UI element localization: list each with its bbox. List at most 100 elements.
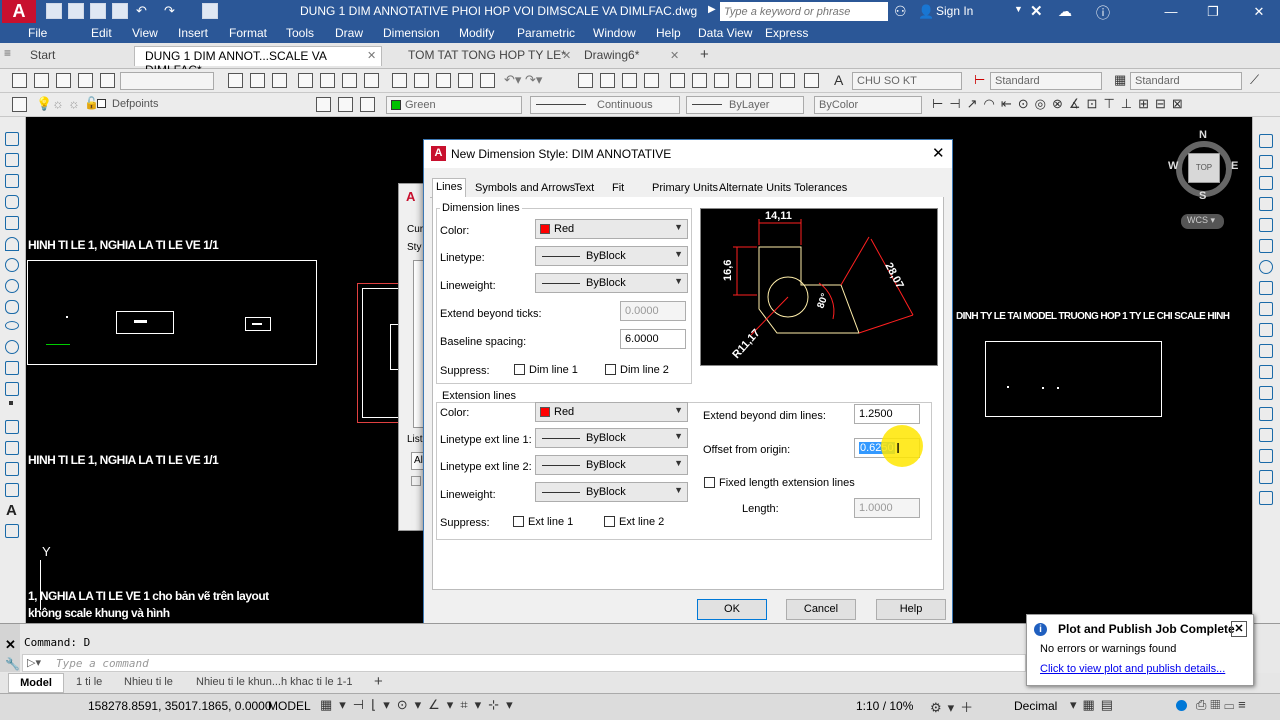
extend-beyond-dim-lines-input[interactable]: 1.2500 — [854, 404, 920, 424]
cut-icon[interactable] — [392, 73, 407, 88]
join-icon[interactable] — [1259, 407, 1273, 421]
dim-linetype-dropdown[interactable]: ByBlock ▼ — [535, 246, 688, 266]
make-current-icon[interactable] — [316, 97, 331, 112]
cancel-button[interactable]: Cancel — [786, 599, 856, 620]
rectangle-icon[interactable] — [5, 216, 19, 230]
paste-icon[interactable] — [436, 73, 451, 88]
blend-curves-icon[interactable] — [1259, 470, 1273, 484]
menu-draw[interactable]: Draw — [335, 26, 363, 40]
lightbulb-icon[interactable]: 💡 — [36, 96, 52, 112]
ext-line-1-checkbox[interactable] — [513, 516, 524, 527]
dim-style-combo[interactable]: Standard — [990, 72, 1102, 90]
baseline-spacing-input[interactable]: 6.0000 — [620, 329, 686, 349]
polygon-icon[interactable] — [5, 195, 19, 209]
share-icon[interactable] — [202, 3, 218, 19]
add-selected-icon[interactable] — [5, 524, 19, 538]
scale-icon[interactable] — [1259, 281, 1273, 295]
copy-object-icon[interactable] — [1259, 155, 1273, 169]
table-icon[interactable] — [5, 483, 19, 497]
3d-print-icon[interactable] — [364, 73, 379, 88]
ext-lineweight-dropdown[interactable]: ByBlock ▼ — [535, 482, 688, 502]
manager-checkbox[interactable] — [411, 476, 421, 486]
tab-lines[interactable]: Lines — [432, 178, 467, 198]
region-icon[interactable] — [5, 462, 19, 476]
tab-tolerances[interactable]: Tolerances — [791, 180, 850, 198]
tab-primary-units[interactable]: Primary Units — [649, 180, 721, 198]
tab-layout-2[interactable]: Nhieu ti le — [124, 676, 173, 688]
zoom-previous-icon[interactable] — [644, 73, 659, 88]
array-icon[interactable] — [1259, 218, 1273, 232]
close-button[interactable]: ✕ — [1244, 2, 1274, 21]
erase-icon[interactable] — [1259, 134, 1273, 148]
length-input[interactable]: 1.0000 — [854, 498, 920, 518]
layer-state-icon[interactable] — [100, 73, 115, 88]
minimize-button[interactable]: — — [1156, 2, 1186, 21]
viewcube-west[interactable]: W — [1168, 160, 1178, 172]
network-icon[interactable] — [1176, 700, 1187, 711]
coordinates-readout[interactable]: 158278.8591, 35017.1865, 0.0000 — [88, 699, 272, 713]
spline-icon[interactable] — [5, 300, 19, 314]
binoculars-icon[interactable]: ⚇ — [894, 3, 907, 20]
search-input[interactable] — [720, 2, 888, 21]
tab-layout-1[interactable]: 1 ti le — [76, 676, 102, 688]
arc-icon[interactable] — [5, 237, 19, 251]
explode-icon[interactable] — [1259, 491, 1273, 505]
menu-tools[interactable]: Tools — [286, 26, 314, 40]
wcs-menu[interactable]: WCS ▾ — [1181, 214, 1224, 229]
plot-icon[interactable] — [78, 73, 93, 88]
chevron-right-icon[interactable]: ▶ — [708, 4, 716, 15]
revision-cloud-icon[interactable] — [5, 279, 19, 293]
fillet-icon[interactable] — [1259, 449, 1273, 463]
offset-icon[interactable] — [1259, 197, 1273, 211]
add-layout-icon[interactable]: + — [374, 673, 383, 690]
point-icon[interactable] — [9, 401, 13, 405]
menu-insert[interactable]: Insert — [178, 26, 208, 40]
break-at-point-icon[interactable] — [1259, 365, 1273, 379]
tab-fit[interactable]: Fit — [609, 180, 627, 198]
undo-icon[interactable]: ↶▾ ↷▾ — [504, 72, 542, 88]
multiline-text-icon[interactable]: A — [6, 502, 17, 519]
dimension-toolbar-icons[interactable]: ⊢⊣↗◠⇤⊙◎⊗∡⊡⊤⊥⊞⊟⊠ — [932, 96, 1189, 112]
design-center-icon[interactable] — [692, 73, 707, 88]
status-tray-icons[interactable]: ▾▦▤ — [1070, 697, 1119, 713]
viewcube-south[interactable]: S — [1199, 190, 1206, 202]
save-icon[interactable] — [90, 3, 106, 19]
layer-previous-icon[interactable] — [338, 97, 353, 112]
gradient-icon[interactable] — [5, 441, 19, 455]
stretch-icon[interactable] — [1259, 302, 1273, 316]
construction-line-icon[interactable] — [5, 153, 19, 167]
copy-icon[interactable] — [414, 73, 429, 88]
plot-icon[interactable] — [298, 73, 313, 88]
menu-help[interactable]: Help — [656, 26, 681, 40]
calculator-icon[interactable] — [780, 73, 795, 88]
help-icon[interactable]: ⓘ — [1096, 3, 1110, 23]
tab-symbols-arrows[interactable]: Symbols and Arrows — [472, 180, 578, 198]
command-input-box[interactable] — [22, 654, 1026, 672]
dim-color-dropdown[interactable]: Red ▼ — [535, 219, 688, 239]
circle-icon[interactable] — [5, 258, 19, 272]
close-icon[interactable]: ✕ — [1231, 621, 1247, 637]
tab-layout-3[interactable]: Nhieu ti le khun...h khac ti le 1-1 — [196, 676, 353, 688]
menu-data-view[interactable]: Data View — [698, 26, 752, 40]
extend-icon[interactable] — [1259, 344, 1273, 358]
line-icon[interactable] — [5, 132, 19, 146]
plot-status-icons[interactable]: ⎙▦▭≡ — [1196, 697, 1250, 713]
insert-block-icon[interactable] — [5, 361, 19, 375]
menu-file[interactable]: File — [28, 26, 47, 40]
dim-line-1-checkbox[interactable] — [514, 364, 525, 375]
tab-alternate-units[interactable]: Alternate Units — [716, 180, 794, 198]
properties-icon[interactable] — [670, 73, 685, 88]
open-icon[interactable] — [34, 73, 49, 88]
ok-button[interactable]: OK — [697, 599, 767, 620]
tab-tom-tat[interactable]: TOM TAT TONG HOP TY LE* — [386, 46, 578, 66]
trim-icon[interactable] — [1259, 323, 1273, 337]
linetype-ext2-dropdown[interactable]: ByBlock ▼ — [535, 455, 688, 475]
make-block-icon[interactable] — [5, 382, 19, 396]
help-button[interactable]: Help — [876, 599, 946, 620]
drafting-aids-icons[interactable]: ▦▾⊣⌊▾⊙▾∠▾⌗▾⊹▾ — [320, 697, 520, 713]
exchange-icon[interactable]: ✕ — [1030, 2, 1043, 20]
workspace-icons[interactable]: ⚙▾＋ — [930, 697, 979, 716]
menu-format[interactable]: Format — [229, 26, 267, 40]
tab-text[interactable]: Text — [571, 180, 597, 198]
color-combo[interactable]: Green — [386, 96, 522, 114]
